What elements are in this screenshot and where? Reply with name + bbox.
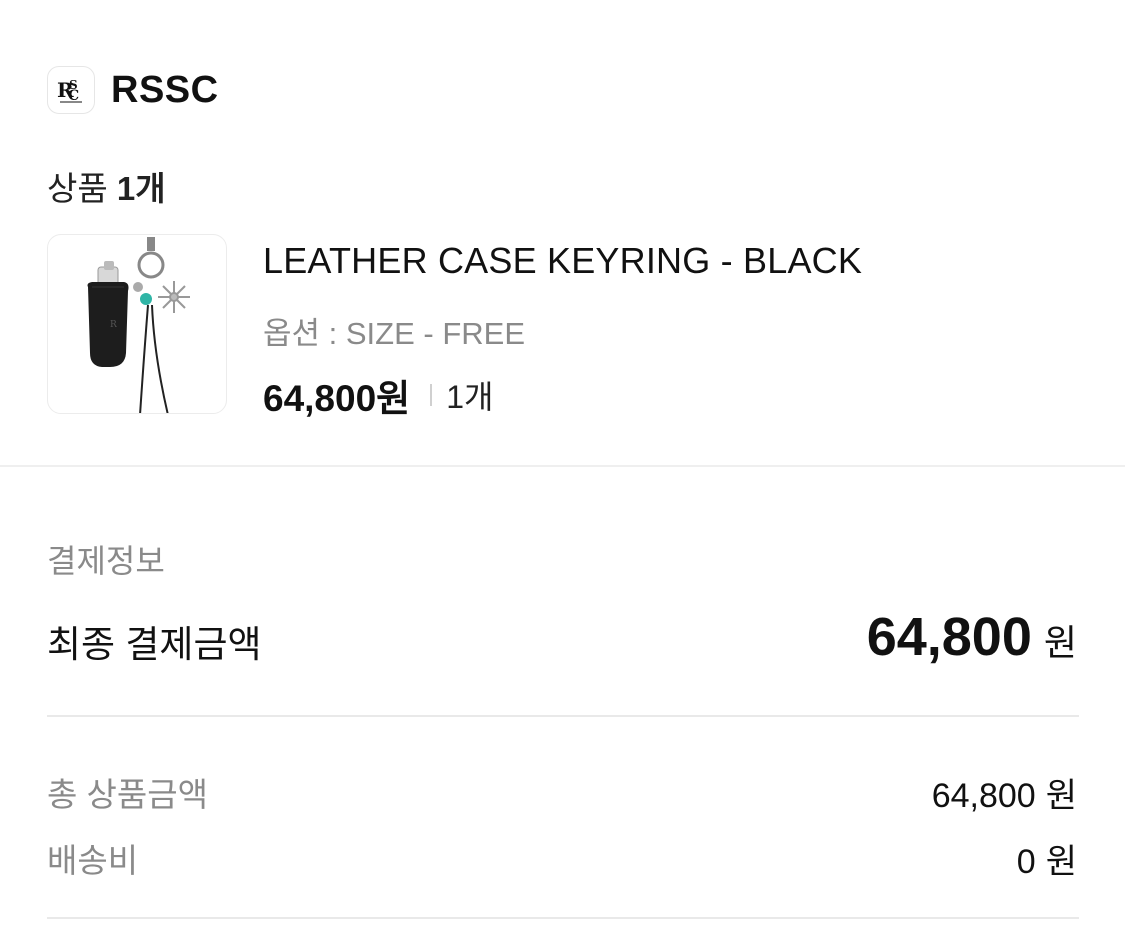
final-amount-label: 최종 결제금액	[47, 624, 262, 665]
shipping-fee-unit: 원	[1045, 843, 1077, 881]
final-amount-value: 64,800	[866, 607, 1032, 667]
product-count-value: 1개	[116, 170, 166, 207]
product-name[interactable]: LEATHER CASE KEYRING - BLACK	[263, 240, 862, 282]
price-divider	[430, 384, 433, 406]
product-thumbnail[interactable]: R	[47, 234, 227, 414]
section-divider	[0, 465, 1125, 467]
payment-divider	[47, 715, 1079, 717]
store-name[interactable]: RSSC	[111, 69, 219, 112]
product-price: 64,800원	[263, 378, 411, 419]
bottom-divider	[47, 917, 1079, 919]
product-count: 상품 1개	[47, 162, 166, 210]
shipping-fee-label: 배송비	[47, 842, 139, 879]
product-price-row: 64,800원 1개	[263, 368, 493, 422]
total-product-amount-value: 64,800 원	[932, 768, 1077, 817]
product-option: 옵션 : SIZE - FREE	[263, 316, 526, 351]
final-amount: 64,800 원	[867, 606, 1077, 668]
total-product-amount-number: 64,800	[931, 777, 1036, 815]
total-product-amount-unit: 원	[1045, 777, 1077, 815]
keyring-product-icon: R	[87, 237, 190, 413]
product-count-label: 상품	[47, 170, 108, 207]
shipping-fee-value: 0원	[1017, 834, 1077, 883]
shipping-fee-number: 0	[1016, 843, 1036, 881]
product-quantity: 1개	[446, 379, 494, 415]
store-header[interactable]: R S C RSSC	[47, 66, 219, 114]
final-amount-unit: 원	[1043, 622, 1077, 663]
svg-text:R: R	[110, 320, 117, 330]
total-product-amount-label: 총 상품금액	[47, 776, 208, 813]
brand-logo-icon: R S C	[47, 66, 95, 114]
payment-info-title: 결제정보	[47, 543, 165, 579]
